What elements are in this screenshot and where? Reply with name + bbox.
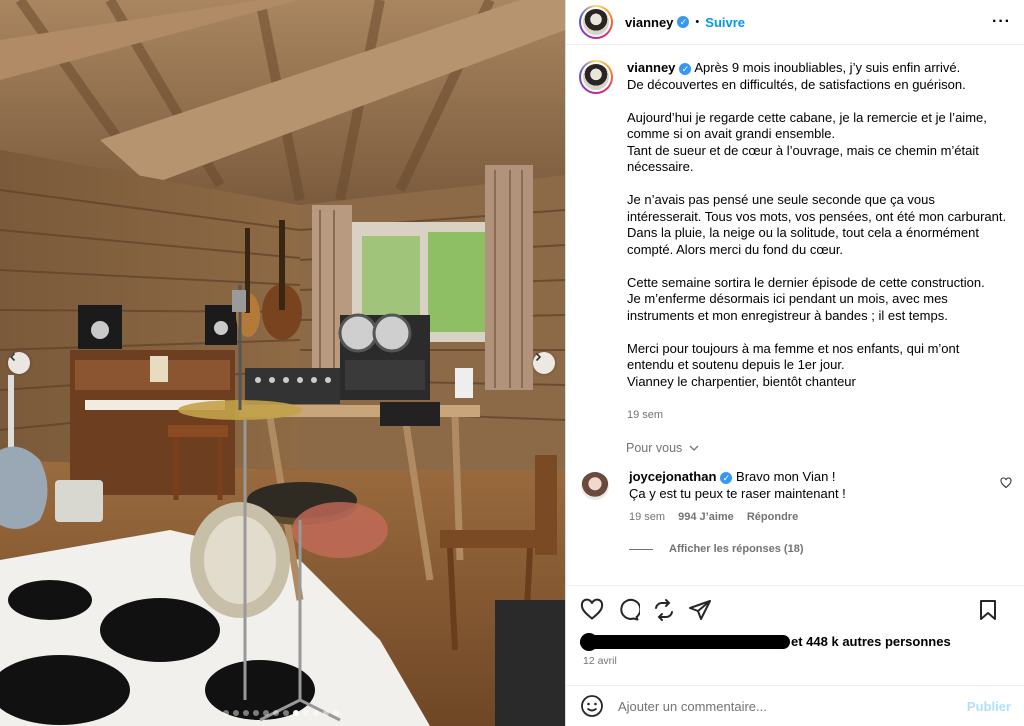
caption-timestamp[interactable]: 19 sem — [627, 407, 1007, 424]
caption-paragraph: vianney ✓ Après 9 mois inoubliables, j’y … — [627, 60, 966, 92]
caption-paragraph: Cette semaine sortira le dernier épisode… — [627, 274, 985, 323]
caption-username[interactable]: vianney — [627, 60, 675, 75]
likes-summary[interactable]: et 448 k autres personnes — [580, 632, 1012, 651]
redacted-usernames — [580, 632, 790, 651]
commenter-username[interactable]: joycejonathan — [629, 469, 716, 484]
post-panel: vianney ✓ • Suivre ··· vianney ✓ Après 9 … — [565, 0, 1024, 726]
more-options-icon[interactable]: ··· — [992, 13, 1011, 31]
publish-button[interactable]: Publier — [967, 699, 1011, 714]
view-replies-button[interactable]: Afficher les réponses (18) — [629, 543, 1012, 555]
carousel-indicator — [223, 710, 339, 716]
carousel-dot — [243, 710, 249, 716]
carousel-dot — [303, 710, 309, 716]
carousel-dot — [273, 710, 279, 716]
comment-likes[interactable]: 994 J’aime — [678, 511, 734, 523]
post-actions: et 448 k autres personnes 12 avril — [566, 585, 1024, 667]
cabin-studio-image — [0, 0, 565, 726]
view-replies-label: Afficher les réponses (18) — [669, 543, 804, 555]
likes-count: et 448 k autres personnes — [791, 634, 951, 649]
caption-paragraph: Je n’avais pas pensé une seule seconde q… — [627, 192, 1007, 257]
carousel-dot — [333, 710, 339, 716]
comment-text: joycejonathan ✓ Bravo mon Vian ! Ça y est… — [629, 469, 846, 501]
comment-timestamp[interactable]: 19 sem — [629, 511, 665, 523]
share-send-icon[interactable] — [688, 598, 712, 622]
verified-badge-icon: ✓ — [677, 16, 690, 28]
author-avatar[interactable] — [579, 5, 613, 39]
emoji-icon[interactable] — [580, 694, 604, 718]
carousel-dot — [263, 710, 269, 716]
carousel-dot — [233, 710, 239, 716]
verified-badge-icon: ✓ — [720, 471, 733, 484]
caption-paragraph: Merci pour toujours à ma femme et nos en… — [627, 340, 960, 389]
caption-row: vianney ✓ Après 9 mois inoubliables, j’y … — [579, 60, 1012, 423]
carousel-dot — [283, 710, 289, 716]
comment-icon[interactable] — [616, 598, 640, 622]
author-username[interactable]: vianney — [625, 15, 673, 30]
carousel-prev-button[interactable] — [8, 352, 30, 374]
comment-item: joycejonathan ✓ Bravo mon Vian ! Ça y est… — [579, 469, 1012, 523]
verified-badge-icon: ✓ — [679, 62, 692, 75]
like-heart-icon[interactable] — [580, 598, 604, 622]
carousel-dot — [223, 710, 229, 716]
chevron-down-icon — [689, 445, 699, 451]
comment-meta: 19 sem 994 J’aime Répondre — [629, 511, 989, 523]
comments-section: vianney ✓ Après 9 mois inoubliables, j’y … — [566, 46, 1024, 584]
for-you-toggle[interactable]: Pour vous — [626, 441, 1012, 455]
header-separator: • — [695, 16, 700, 28]
caption: vianney ✓ Après 9 mois inoubliables, j’y … — [627, 60, 1007, 423]
caption-paragraph: Aujourd’hui je regarde cette cabane, je … — [627, 109, 987, 175]
post-date[interactable]: 12 avril — [583, 655, 1012, 667]
carousel-dot — [323, 710, 329, 716]
post-photo — [0, 0, 565, 726]
chevron-left-icon — [9, 352, 16, 362]
replies-line — [629, 548, 653, 550]
post-header: vianney ✓ • Suivre ··· — [566, 0, 1024, 45]
carousel-dot — [253, 710, 259, 716]
add-comment-bar: Publier — [566, 685, 1024, 726]
carousel-dot — [293, 710, 299, 716]
reply-button[interactable]: Répondre — [747, 511, 798, 523]
comment-heart-icon[interactable] — [1000, 477, 1012, 489]
carousel-next-button[interactable] — [533, 352, 555, 374]
chevron-right-icon — [535, 352, 542, 362]
action-icons — [580, 598, 1012, 622]
for-you-label: Pour vous — [626, 441, 683, 455]
comment-input[interactable] — [618, 698, 967, 714]
repost-icon[interactable] — [652, 598, 676, 622]
commenter-avatar[interactable] — [581, 472, 609, 500]
carousel-dot — [313, 710, 319, 716]
follow-button[interactable]: Suivre — [705, 15, 745, 30]
bookmark-icon[interactable] — [976, 598, 1000, 622]
caption-avatar[interactable] — [579, 60, 613, 94]
